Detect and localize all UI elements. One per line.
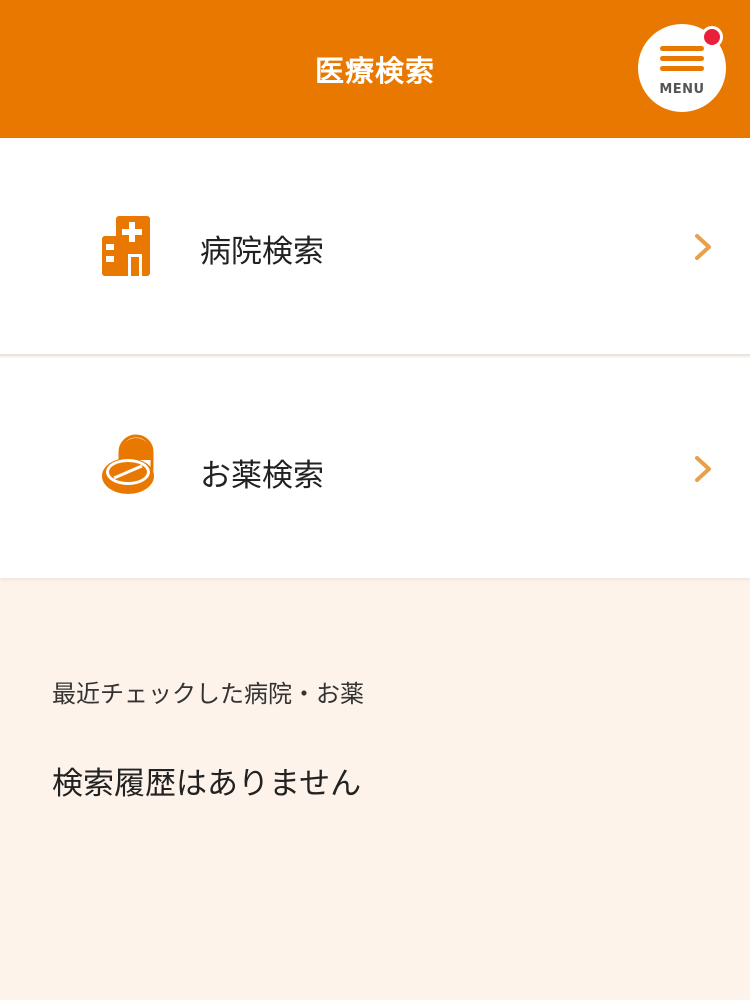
hamburger-icon	[660, 46, 704, 72]
app-header: 医療検索 MENU	[0, 0, 750, 138]
nav-item-medicine-search[interactable]: お薬検索	[0, 358, 750, 578]
recent-history-section: 最近チェックした病院・お薬 検索履歴はありません	[0, 578, 750, 1000]
nav-item-hospital-search[interactable]: 病院検索	[0, 138, 750, 356]
recent-history-heading: 最近チェックした病院・お薬	[52, 680, 364, 708]
notification-badge	[701, 26, 723, 48]
recent-history-empty-text: 検索履歴はありません	[52, 766, 362, 802]
hospital-icon	[102, 216, 150, 276]
chevron-right-icon	[695, 234, 711, 260]
medicine-icon	[102, 434, 154, 494]
chevron-right-icon	[695, 456, 711, 482]
nav-label-hospital-search: 病院検索	[200, 234, 324, 270]
nav-label-medicine-search: お薬検索	[200, 458, 324, 494]
menu-label: MENU	[659, 82, 705, 97]
